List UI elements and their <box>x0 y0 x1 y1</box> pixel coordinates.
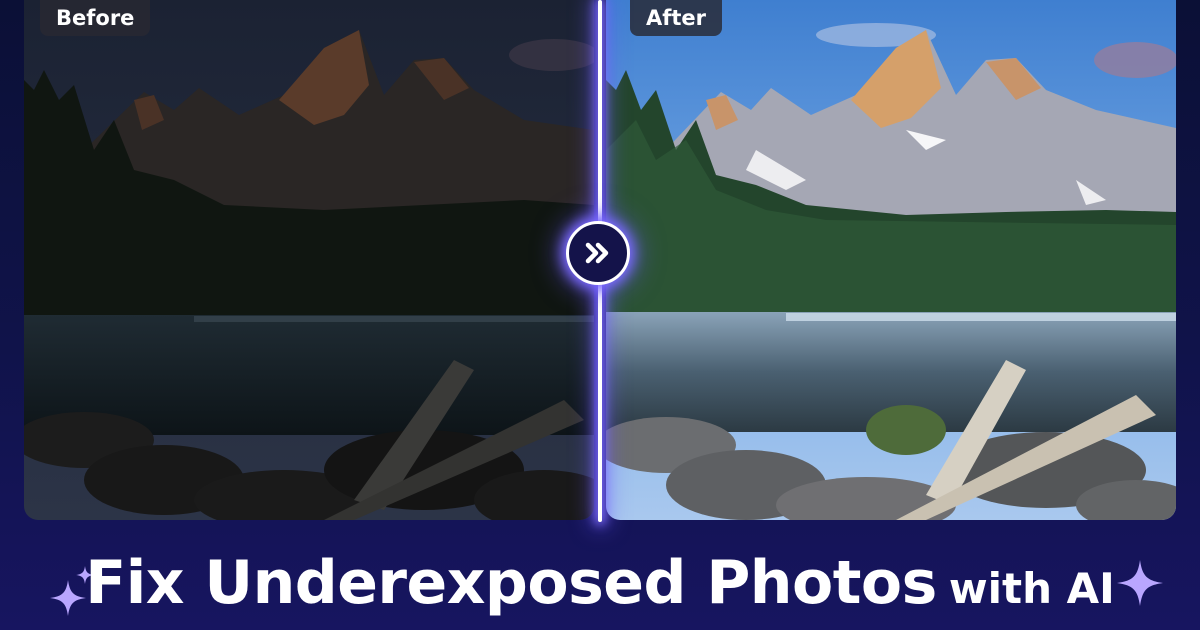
headline-sub: with AI <box>948 564 1115 613</box>
before-image: Before <box>24 0 594 520</box>
after-label: After <box>630 0 723 36</box>
before-photo <box>24 0 594 520</box>
before-label: Before <box>40 0 151 36</box>
after-image: After <box>606 0 1176 520</box>
headline-main: Fix Underexposed Photos <box>85 548 937 618</box>
after-photo <box>606 0 1176 520</box>
comparison-slider-handle[interactable] <box>566 221 630 285</box>
headline: Fix Underexposed Photos with AI <box>0 548 1200 618</box>
double-chevron-right-icon <box>585 242 609 264</box>
